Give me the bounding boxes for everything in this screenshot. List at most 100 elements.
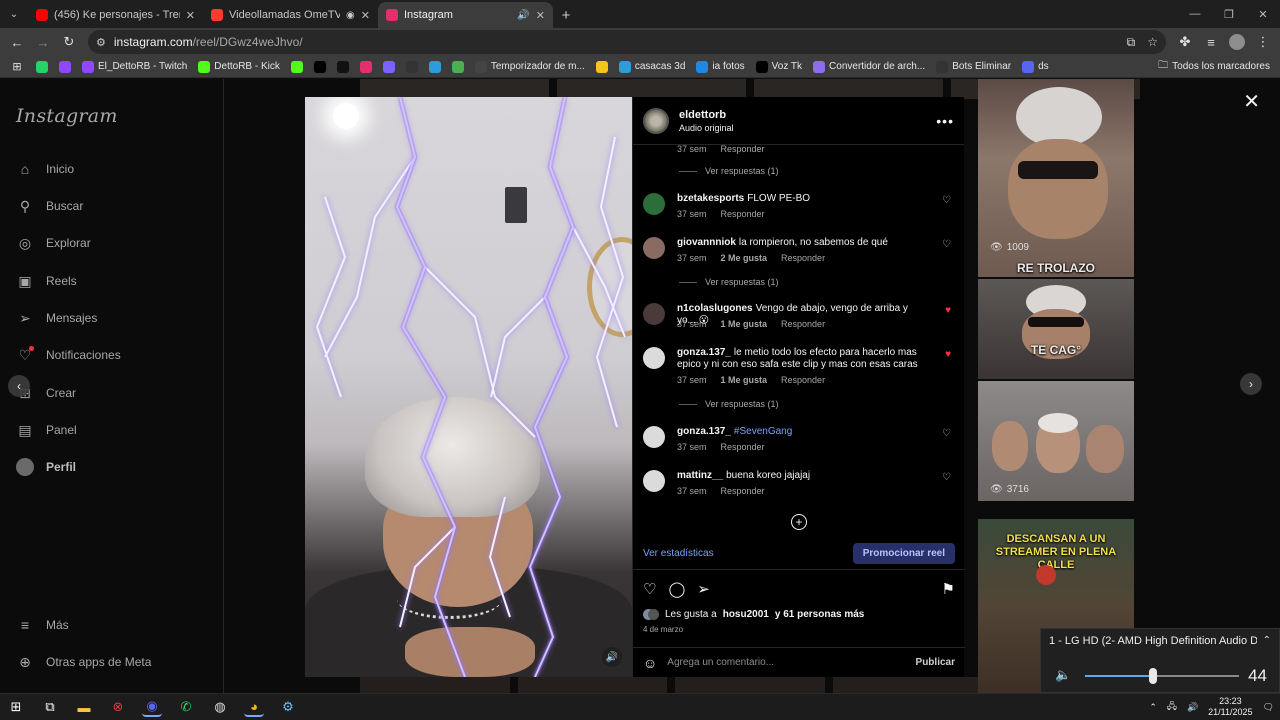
commenter-username[interactable]: n1colaslugones: [677, 303, 753, 314]
tray-chevron-icon[interactable]: ⌃: [1149, 702, 1157, 713]
sidebar-item-explore[interactable]: ◎ Explorar: [16, 231, 91, 255]
reply-link[interactable]: Responder: [721, 486, 765, 496]
promote-reel-button[interactable]: Promocionar reel: [852, 543, 955, 564]
apps-grid-icon[interactable]: ⊞: [6, 56, 28, 78]
bookmark-item[interactable]: Voz Tk: [752, 58, 806, 76]
comment-like-icon[interactable]: ♡: [942, 472, 951, 483]
like-icon[interactable]: ♡: [643, 580, 656, 598]
bookmark-item[interactable]: [379, 58, 399, 76]
bookmark-star-icon[interactable]: ☆: [1147, 35, 1158, 50]
forward-icon[interactable]: →: [32, 31, 54, 53]
steam-icon[interactable]: ⚙: [278, 697, 298, 717]
author-username[interactable]: eldettorb: [679, 109, 734, 121]
reply-link[interactable]: Responder: [781, 253, 825, 263]
audio-label[interactable]: Audio original: [679, 123, 734, 133]
more-options-icon[interactable]: •••: [936, 113, 954, 129]
previous-reel-icon[interactable]: ‹: [8, 375, 30, 397]
sidebar-item-reels[interactable]: ▣ Reels: [16, 269, 76, 293]
browser-menu-icon[interactable]: ⋮: [1252, 31, 1274, 53]
commenter-username[interactable]: mattinz__: [677, 470, 723, 481]
bookmark-item[interactable]: ia fotos: [692, 58, 748, 76]
comment-likes[interactable]: 1 Me gusta: [721, 375, 768, 385]
reply-link[interactable]: Responder: [721, 442, 765, 452]
share-icon[interactable]: ➢: [697, 580, 710, 598]
bookmark-item[interactable]: [402, 58, 422, 76]
network-icon[interactable]: 🖧: [1167, 699, 1177, 715]
bookmark-item[interactable]: [55, 58, 75, 76]
sidebar-item-more[interactable]: ≡ Más: [16, 613, 69, 637]
discord-icon[interactable]: ◉: [142, 697, 162, 717]
volume-slider[interactable]: [1085, 668, 1239, 684]
obs-icon[interactable]: ◍: [210, 697, 230, 717]
comments-list[interactable]: 37 sem Responder Ver respuestas (1) Ver …: [633, 145, 965, 549]
comment-input[interactable]: Agrega un comentario...: [667, 657, 905, 668]
likes-suffix[interactable]: y 61 personas más: [775, 609, 865, 620]
side-reel-tile[interactable]: TE CAG°: [978, 279, 1134, 379]
commenter-username[interactable]: gonza.137_: [677, 347, 731, 358]
comment-like-icon[interactable]: ♡: [942, 428, 951, 439]
all-bookmarks[interactable]: 🗀 Todos los marcadores: [1158, 58, 1274, 75]
sidebar-item-messages[interactable]: ➢ Mensajes: [16, 306, 97, 330]
chevron-up-icon[interactable]: ⌃: [1263, 635, 1271, 646]
commenter-avatar[interactable]: [643, 347, 665, 369]
load-more-comments-icon[interactable]: +: [791, 514, 807, 530]
clock[interactable]: 23:23 21/11/2025: [1208, 696, 1252, 718]
bookmark-item[interactable]: [448, 58, 468, 76]
media-control-icon[interactable]: ≡: [1200, 31, 1222, 53]
tab-ometv[interactable]: Videollamadas OmeTV — A ◉ ✕: [203, 2, 378, 28]
bookmark-item[interactable]: [32, 58, 52, 76]
sidebar-item-dashboard[interactable]: ▤ Panel: [16, 418, 76, 442]
tray-volume-icon[interactable]: 🔊: [1187, 702, 1198, 713]
audio-playing-icon[interactable]: 🔊: [517, 10, 529, 21]
sidebar-item-notifications[interactable]: ♡ Notificaciones: [16, 343, 121, 367]
reply-link[interactable]: Responder: [721, 209, 765, 219]
commenter-avatar[interactable]: [643, 193, 665, 215]
instagram-logo[interactable]: Instagram: [16, 105, 118, 127]
notifications-icon[interactable]: 🗨: [1263, 702, 1274, 713]
comment-like-icon[interactable]: ♥: [945, 305, 951, 316]
view-replies-link[interactable]: Ver respuestas (1): [679, 166, 779, 176]
cast-icon[interactable]: ⧉: [1127, 35, 1136, 50]
mute-toggle-icon[interactable]: 🔊: [602, 647, 622, 667]
bookmark-item[interactable]: DettoRB - Kick: [194, 58, 284, 76]
likes-user[interactable]: hosu2001: [723, 609, 769, 620]
view-insights-link[interactable]: Ver estadísticas: [643, 548, 714, 559]
bookmark-item[interactable]: ds: [1018, 58, 1053, 76]
volume-slider-thumb[interactable]: [1148, 668, 1157, 684]
reply-link[interactable]: Responder: [781, 375, 825, 385]
side-reel-tile[interactable]: 👁 3716: [978, 381, 1134, 501]
author-avatar[interactable]: [643, 107, 669, 134]
reel-video[interactable]: 🔊: [305, 97, 632, 677]
close-tab-icon[interactable]: ✕: [186, 9, 195, 22]
file-explorer-icon[interactable]: ▬: [74, 697, 94, 717]
commenter-avatar[interactable]: [643, 237, 665, 259]
bookmark-item[interactable]: [310, 58, 330, 76]
sidebar-item-profile[interactable]: Perfil: [16, 455, 76, 479]
windows-start-icon[interactable]: ⊞: [6, 697, 26, 717]
comment-likes[interactable]: 2 Me gusta: [721, 253, 768, 263]
reply-link[interactable]: Responder: [781, 319, 825, 329]
bookmark-item[interactable]: Convertidor de arch...: [809, 58, 929, 76]
sidebar-item-meta-apps[interactable]: ⊕ Otras apps de Meta: [16, 650, 151, 674]
bookmark-item[interactable]: [356, 58, 376, 76]
speaker-icon[interactable]: 🔈: [1055, 667, 1071, 683]
address-bar[interactable]: ⚙ instagram.com/reel/DGwz4weJhvo/ ⧉ ☆: [88, 30, 1166, 54]
commenter-avatar[interactable]: [643, 303, 665, 325]
bookmark-item[interactable]: [287, 58, 307, 76]
save-icon[interactable]: ⚑: [942, 580, 955, 598]
comment-body[interactable]: #SevenGang: [734, 426, 792, 437]
profile-avatar[interactable]: [1226, 31, 1248, 53]
likes-summary[interactable]: Les gusta a hosu2001 y 61 personas más: [643, 609, 864, 620]
site-info-icon[interactable]: ⚙: [96, 36, 106, 49]
bookmark-item[interactable]: casacas 3d: [615, 58, 690, 76]
bookmark-item[interactable]: Temporizador de m...: [471, 58, 589, 76]
tab-youtube[interactable]: (456) Ke personajes - Tremendo ✕: [28, 2, 203, 28]
reply-link[interactable]: Responder: [721, 145, 765, 154]
commenter-username[interactable]: bzetakesports: [677, 193, 744, 204]
tab-instagram[interactable]: Instagram 🔊 ✕: [378, 2, 553, 28]
next-reel-icon[interactable]: ›: [1240, 373, 1262, 395]
bookmark-item[interactable]: [425, 58, 445, 76]
minimize-icon[interactable]: —: [1178, 0, 1212, 28]
tab-search-icon[interactable]: ⌄: [0, 0, 28, 28]
whatsapp-icon[interactable]: ✆: [176, 697, 196, 717]
